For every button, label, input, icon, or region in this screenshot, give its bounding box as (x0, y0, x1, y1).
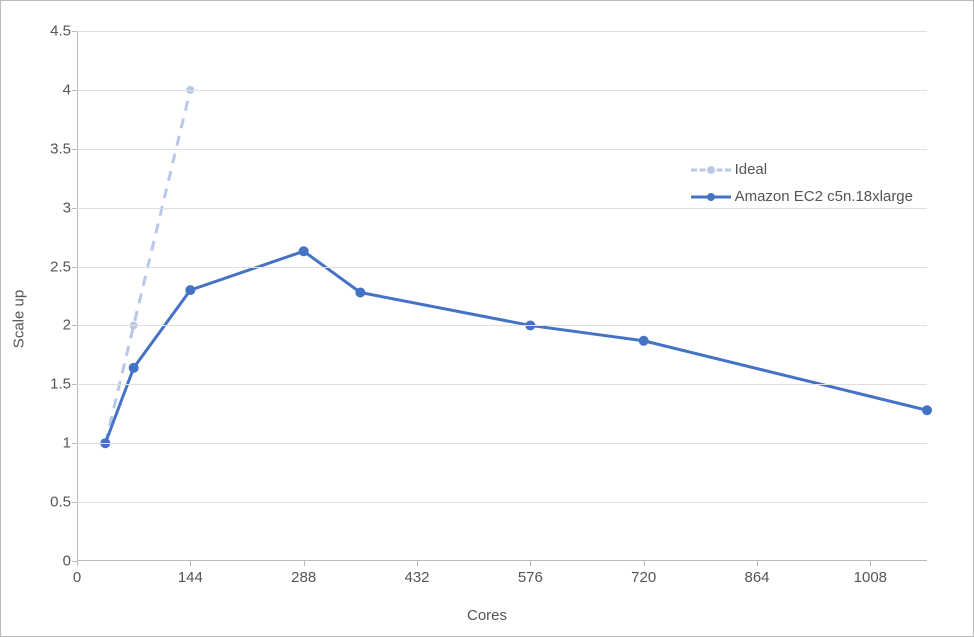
y-tick-mark (72, 267, 77, 268)
x-tick-label: 432 (404, 569, 429, 586)
x-axis-title: Cores (467, 607, 507, 624)
gridline (77, 325, 927, 326)
x-tick-mark (77, 561, 78, 566)
x-tick-label: 864 (744, 569, 769, 586)
x-tick-mark (870, 561, 871, 566)
data-point (639, 336, 649, 346)
gridline (77, 31, 927, 32)
x-tick-label: 144 (178, 569, 203, 586)
data-point (355, 287, 365, 297)
x-tick-mark (417, 561, 418, 566)
legend-label: Amazon EC2 c5n.18xlarge (735, 188, 913, 205)
y-tick-mark (72, 208, 77, 209)
legend-label: Ideal (735, 161, 768, 178)
y-tick-mark (72, 149, 77, 150)
chart-container: Scale up Cores Ideal Amazon EC2 c5n.18xl… (0, 0, 974, 637)
x-tick-mark (644, 561, 645, 566)
y-tick-label: 1 (21, 435, 71, 452)
y-tick-label: 3 (21, 199, 71, 216)
x-tick-label: 576 (518, 569, 543, 586)
gridline (77, 149, 927, 150)
y-tick-label: 0.5 (21, 494, 71, 511)
gridline (77, 384, 927, 385)
y-tick-mark (72, 90, 77, 91)
y-tick-label: 2 (21, 317, 71, 334)
y-tick-mark (72, 325, 77, 326)
legend-swatch-ec2 (691, 190, 731, 204)
x-tick-mark (757, 561, 758, 566)
x-tick-mark (530, 561, 531, 566)
y-tick-label: 1.5 (21, 376, 71, 393)
data-point (922, 405, 932, 415)
gridline (77, 267, 927, 268)
gridline (77, 502, 927, 503)
data-point (299, 246, 309, 256)
x-tick-label: 1008 (854, 569, 887, 586)
chart-svg (77, 31, 927, 561)
y-tick-label: 2.5 (21, 258, 71, 275)
gridline (77, 443, 927, 444)
y-tick-label: 4.5 (21, 23, 71, 40)
plot-area (77, 31, 927, 561)
y-tick-label: 4 (21, 81, 71, 98)
y-tick-mark (72, 502, 77, 503)
x-tick-label: 288 (291, 569, 316, 586)
x-tick-label: 720 (631, 569, 656, 586)
x-tick-mark (190, 561, 191, 566)
y-tick-mark (72, 31, 77, 32)
gridline (77, 90, 927, 91)
y-tick-label: 0 (21, 553, 71, 570)
y-tick-label: 3.5 (21, 140, 71, 157)
x-tick-mark (304, 561, 305, 566)
legend-swatch-ideal (691, 163, 731, 177)
legend-item-ec2: Amazon EC2 c5n.18xlarge (691, 188, 913, 205)
y-tick-mark (72, 384, 77, 385)
x-tick-label: 0 (73, 569, 81, 586)
legend-item-ideal: Ideal (691, 161, 913, 178)
data-point (129, 363, 139, 373)
y-tick-mark (72, 443, 77, 444)
legend: Ideal Amazon EC2 c5n.18xlarge (691, 161, 913, 215)
line-ec2 (105, 251, 927, 443)
data-point (185, 285, 195, 295)
